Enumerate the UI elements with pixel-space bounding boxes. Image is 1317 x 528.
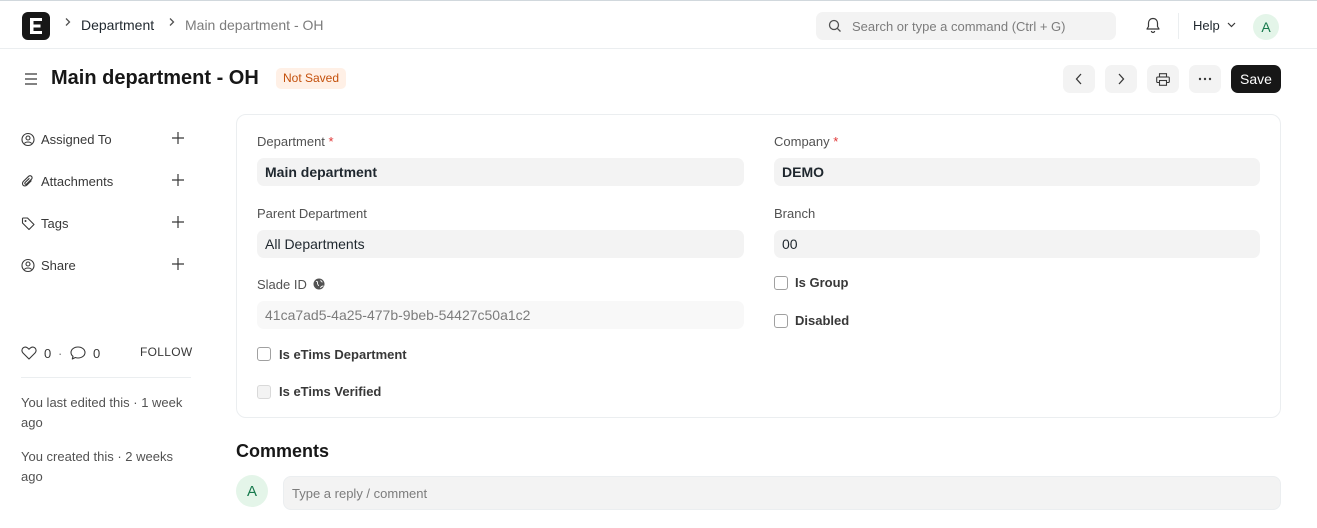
dot-separator: ·: [58, 346, 63, 361]
plus-icon[interactable]: [171, 173, 185, 187]
search-icon: [828, 19, 841, 32]
sidebar-divider: [21, 377, 191, 378]
disabled-checkbox[interactable]: [774, 314, 788, 328]
save-button[interactable]: Save: [1231, 65, 1281, 93]
comments-count: 0: [93, 346, 101, 361]
next-doc-button[interactable]: [1105, 65, 1137, 93]
search-placeholder: Search or type a command (Ctrl + G): [852, 19, 1066, 34]
chevron-right-icon: [65, 18, 71, 26]
breadcrumb-current[interactable]: Main department - OH: [185, 17, 324, 33]
slade-id-label: Slade ID: [257, 277, 325, 292]
globe-icon: [313, 278, 324, 290]
chevron-left-icon: [1075, 73, 1082, 85]
is-group-label: Is Group: [795, 275, 849, 290]
plus-icon[interactable]: [171, 131, 185, 145]
is-etims-department-label: Is eTims Department: [279, 347, 407, 362]
sidebar-item-tags[interactable]: Tags: [21, 214, 191, 234]
last-edited-info: You last edited this · 1 week ago: [21, 395, 183, 430]
sidebar-item-assigned-to[interactable]: Assigned To: [21, 130, 191, 150]
app-logo[interactable]: [22, 12, 50, 40]
comments-heading: Comments: [236, 441, 330, 461]
branch-label: Branch: [774, 206, 816, 221]
company-field[interactable]: DEMO: [774, 158, 1260, 186]
assign-icon: [21, 132, 35, 147]
paperclip-icon: [21, 175, 33, 187]
notification-bell-icon[interactable]: [1145, 17, 1161, 34]
company-label: Company *: [774, 134, 839, 149]
plus-icon[interactable]: [171, 257, 185, 271]
sidebar-item-share[interactable]: Share: [21, 256, 191, 276]
comment-placeholder: Type a reply / comment: [292, 486, 428, 501]
navbar-divider: [1178, 13, 1179, 39]
navbar: Department Main department - OH Search o…: [0, 0, 1317, 49]
breadcrumb-department[interactable]: Department: [81, 17, 154, 33]
sidebar-item-label: Share: [41, 258, 76, 273]
department-field[interactable]: Main department: [257, 158, 744, 186]
parent-department-label: Parent Department: [257, 206, 367, 221]
share-icon: [21, 258, 35, 273]
comment-icon[interactable]: [70, 346, 86, 360]
heart-icon[interactable]: [21, 346, 37, 360]
chevron-right-icon: [1118, 73, 1125, 85]
comment-input[interactable]: Type a reply / comment: [283, 476, 1281, 510]
help-dropdown[interactable]: Help: [1193, 18, 1220, 33]
status-badge: Not Saved: [276, 68, 347, 89]
is-etims-department-checkbox[interactable]: [257, 347, 271, 361]
more-horizontal-icon: [1198, 77, 1212, 81]
print-button[interactable]: [1147, 65, 1179, 93]
printer-icon: [1156, 72, 1170, 86]
search-input[interactable]: Search or type a command (Ctrl + G): [816, 12, 1116, 40]
is-etims-verified-checkbox: [257, 385, 271, 399]
tag-icon: [21, 217, 35, 231]
chevron-right-icon: [169, 18, 175, 26]
follow-button[interactable]: FOLLOW: [140, 345, 192, 359]
required-mark: *: [833, 134, 839, 149]
page-title: Main department - OH: [51, 67, 259, 89]
department-label: Department *: [257, 134, 334, 149]
user-avatar[interactable]: A: [1253, 14, 1279, 40]
is-etims-verified-label: Is eTims Verified: [279, 384, 382, 399]
created-info: You created this · 2 weeks ago: [21, 449, 173, 484]
more-actions-button[interactable]: [1189, 65, 1221, 93]
likes-count: 0: [44, 346, 52, 361]
comment-avatar: A: [236, 475, 268, 507]
plus-icon[interactable]: [171, 215, 185, 229]
logo-e-icon: [30, 18, 42, 34]
required-mark: *: [328, 134, 334, 149]
disabled-label: Disabled: [795, 313, 850, 328]
slade-id-field: 41ca7ad5-4a25-477b-9beb-54427c50a1c2: [257, 301, 744, 329]
parent-department-field[interactable]: All Departments: [257, 230, 744, 258]
sidebar-item-label: Attachments: [41, 174, 114, 189]
chevron-down-icon[interactable]: [1227, 22, 1236, 28]
branch-field[interactable]: 00: [774, 230, 1260, 258]
previous-doc-button[interactable]: [1063, 65, 1095, 93]
sidebar-item-label: Assigned To: [41, 132, 112, 147]
sidebar-toggle-icon[interactable]: [24, 72, 38, 86]
is-group-checkbox[interactable]: [774, 276, 788, 290]
sidebar-item-attachments[interactable]: Attachments: [21, 172, 191, 192]
sidebar-item-label: Tags: [41, 216, 69, 231]
